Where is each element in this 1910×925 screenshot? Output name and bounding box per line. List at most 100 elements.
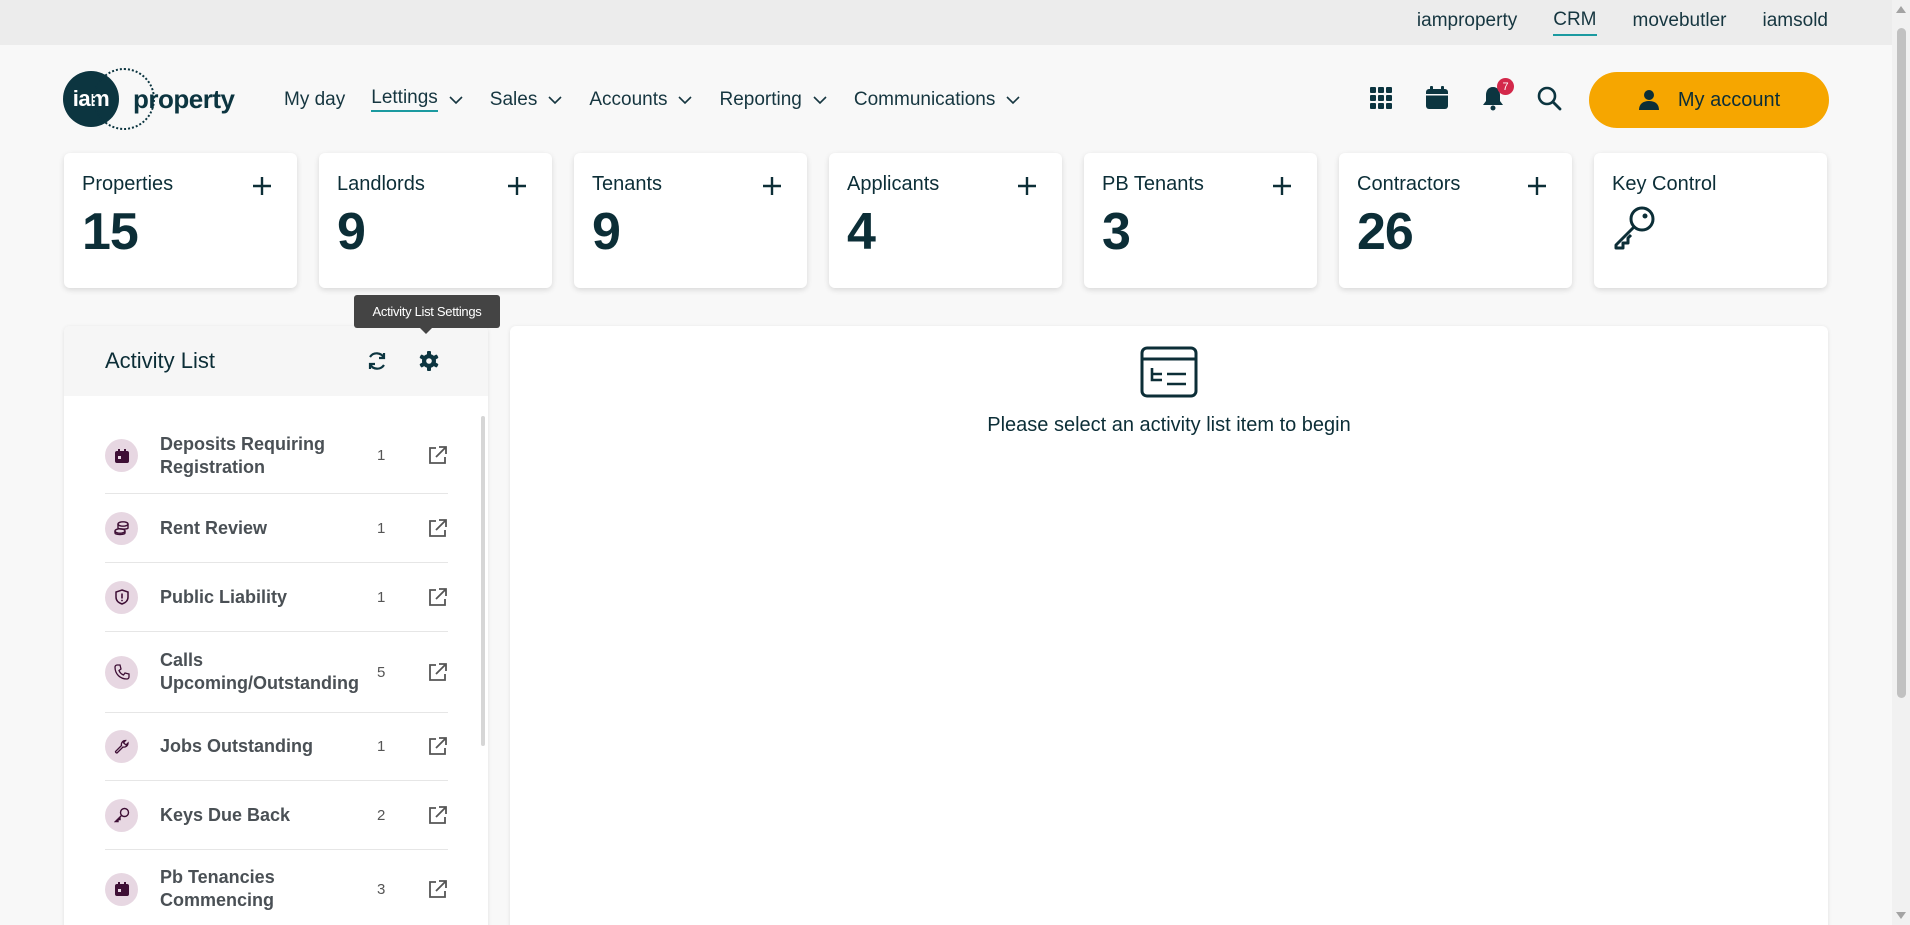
apps-grid-icon[interactable] xyxy=(1368,85,1394,111)
external-link-icon[interactable] xyxy=(427,736,448,757)
list-item[interactable]: Jobs Outstanding 1 xyxy=(105,713,448,781)
scroll-up-arrow-icon[interactable] xyxy=(1896,6,1906,13)
settings-tooltip: Activity List Settings xyxy=(354,295,500,334)
link-crm[interactable]: CRM xyxy=(1553,9,1597,36)
list-item-count: 1 xyxy=(377,447,386,464)
key-icon xyxy=(105,798,138,832)
activity-list-header: Activity List xyxy=(64,326,488,396)
page-scrollbar[interactable] xyxy=(1892,0,1910,925)
card-value: 3 xyxy=(1102,203,1131,261)
plus-icon[interactable] xyxy=(251,175,273,197)
nav-my-day[interactable]: My day xyxy=(284,89,345,111)
list-item[interactable]: Keys Due Back 2 xyxy=(105,781,448,850)
card-key-control[interactable]: Key Control xyxy=(1594,153,1827,288)
main-header: iam property My day Lettings Sales Accou… xyxy=(0,45,1892,155)
top-utility-bar: iamproperty CRM movebutler iamsold xyxy=(0,0,1892,45)
external-link-icon[interactable] xyxy=(427,662,448,683)
activity-list-scrollbar[interactable] xyxy=(481,416,485,746)
plus-icon[interactable] xyxy=(506,175,528,197)
card-applicants[interactable]: Applicants 4 xyxy=(829,153,1062,288)
link-movebutler[interactable]: movebutler xyxy=(1633,10,1727,35)
scroll-down-arrow-icon[interactable] xyxy=(1896,912,1906,919)
list-item-label: Deposits Requiring Registration xyxy=(160,433,326,477)
shield-icon xyxy=(105,580,138,614)
list-item-label: Rent Review xyxy=(160,517,268,538)
list-item-count: 1 xyxy=(377,588,386,606)
gear-icon[interactable] xyxy=(418,350,440,372)
search-icon[interactable] xyxy=(1536,85,1562,111)
card-value: 4 xyxy=(847,203,876,261)
my-account-label: My account xyxy=(1677,88,1781,111)
user-icon xyxy=(1638,90,1659,110)
coins-icon xyxy=(105,511,138,545)
external-link-icon[interactable] xyxy=(427,587,448,608)
link-iamsold[interactable]: iamsold xyxy=(1763,10,1828,35)
refresh-icon[interactable] xyxy=(366,350,388,372)
list-item-count: 5 xyxy=(377,663,386,681)
logo-word: property xyxy=(133,83,235,114)
list-item-count: 1 xyxy=(377,738,386,755)
my-account-button[interactable]: My account xyxy=(1589,72,1829,128)
external-link-icon[interactable] xyxy=(427,445,448,466)
nav-accounts[interactable]: Accounts xyxy=(589,89,693,111)
calendar-icon[interactable] xyxy=(1424,85,1450,111)
card-value: 9 xyxy=(592,203,621,261)
iamproperty-logo[interactable]: iam property xyxy=(63,68,235,130)
phone-icon xyxy=(105,655,138,689)
card-title: Tenants xyxy=(592,173,663,195)
nav-label: Sales xyxy=(489,88,538,110)
external-link-icon[interactable] xyxy=(427,879,448,900)
card-pb-tenants[interactable]: PB Tenants 3 xyxy=(1084,153,1317,288)
nav-label: Accounts xyxy=(589,88,668,110)
plus-icon[interactable] xyxy=(1271,175,1293,197)
card-value: 9 xyxy=(337,203,366,261)
activity-list: Deposits Requiring Registration 1 Rent R… xyxy=(105,418,448,925)
external-link-icon[interactable] xyxy=(427,518,448,539)
plus-icon[interactable] xyxy=(1016,175,1038,197)
list-item-label: Public Liability xyxy=(160,586,288,607)
list-item[interactable]: Pb Tenancies Commencing 3 xyxy=(105,850,448,925)
wrench-icon xyxy=(105,730,138,763)
external-link-icon[interactable] xyxy=(427,805,448,826)
activity-list-panel: Activity List Deposits Requiring Registr… xyxy=(64,326,488,925)
main-nav: My day Lettings Sales Accounts Reporting… xyxy=(284,87,1047,112)
card-value: 15 xyxy=(82,203,139,261)
nav-sales[interactable]: Sales xyxy=(490,89,564,111)
list-item-label: Calls Upcoming/Outstanding xyxy=(160,650,359,693)
card-title: PB Tenants xyxy=(1102,173,1204,195)
list-item-count: 1 xyxy=(377,519,386,537)
plus-icon[interactable] xyxy=(1526,175,1548,197)
nav-label: My day xyxy=(284,88,346,110)
card-title: Landlords xyxy=(337,173,425,195)
calendar-icon xyxy=(105,439,138,472)
list-item[interactable]: Deposits Requiring Registration 1 xyxy=(105,418,448,494)
nav-reporting[interactable]: Reporting xyxy=(719,89,827,111)
notification-badge: 7 xyxy=(1497,78,1514,95)
card-contractors[interactable]: Contractors 26 xyxy=(1339,153,1572,288)
card-tenants[interactable]: Tenants 9 xyxy=(574,153,807,288)
nav-communications[interactable]: Communications xyxy=(854,89,1022,111)
list-item-label: Keys Due Back xyxy=(160,804,291,825)
chevron-down-icon xyxy=(813,95,827,104)
list-card-icon xyxy=(1140,346,1198,398)
list-item[interactable]: Public Liability 1 xyxy=(105,563,448,632)
calendar-icon xyxy=(105,872,138,906)
nav-lettings[interactable]: Lettings xyxy=(371,87,464,112)
key-icon xyxy=(1614,206,1655,250)
list-item-label: Jobs Outstanding xyxy=(160,736,313,756)
list-item[interactable]: Calls Upcoming/Outstanding 5 xyxy=(105,632,448,713)
nav-label: Reporting xyxy=(719,88,802,110)
notifications-button[interactable]: 7 xyxy=(1480,78,1514,111)
plus-icon[interactable] xyxy=(761,175,783,197)
card-properties[interactable]: Properties 15 xyxy=(64,153,297,288)
product-switcher: iamproperty CRM movebutler iamsold xyxy=(1417,0,1828,45)
list-item[interactable]: Rent Review 1 xyxy=(105,494,448,563)
card-title: Applicants xyxy=(847,173,940,195)
stat-cards: Properties 15 Landlords 9 Tenants 9 Appl… xyxy=(64,153,1827,288)
chevron-down-icon xyxy=(548,95,562,104)
link-iamproperty[interactable]: iamproperty xyxy=(1417,10,1517,35)
empty-state-message: Please select an activity list item to b… xyxy=(987,414,1351,436)
card-landlords[interactable]: Landlords 9 xyxy=(319,153,552,288)
chevron-down-icon xyxy=(678,95,693,104)
scroll-thumb[interactable] xyxy=(1897,28,1906,698)
